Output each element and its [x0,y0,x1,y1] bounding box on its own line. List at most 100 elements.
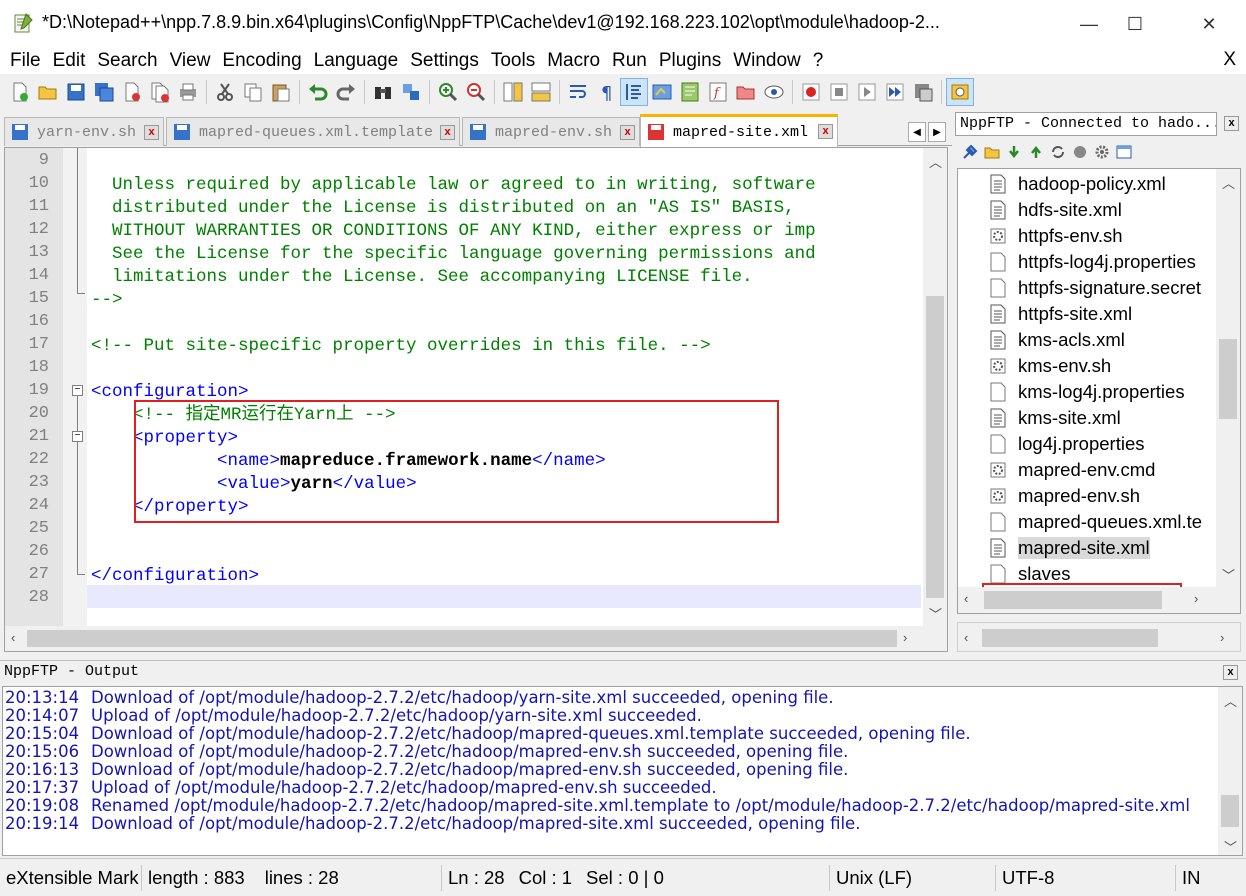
ftp-file-item[interactable]: mapred-env.sh [958,483,1140,509]
scroll-up-icon[interactable]: ︿ [1224,691,1237,710]
scroll-left-icon[interactable]: ‹ [964,591,968,606]
doc-map-button[interactable] [676,78,704,106]
print-button[interactable] [174,78,202,106]
indent-guide-button[interactable] [620,78,648,106]
nppftp-toggle-button[interactable] [946,78,974,106]
menu-encoding[interactable]: Encoding [216,50,307,72]
scroll-right-icon[interactable]: › [903,630,907,645]
zoom-in-button[interactable] [434,78,462,106]
ftp-file-item[interactable]: kms-acls.xml [958,327,1125,353]
udl-button[interactable] [648,78,676,106]
scroll-down-icon[interactable]: ﹀ [929,604,942,623]
record-macro-button[interactable] [797,78,825,106]
show-all-chars-button[interactable]: ¶ [592,78,620,106]
settings-folder-button[interactable] [981,142,1003,162]
sync-vertical-button[interactable] [499,78,527,106]
status-eol[interactable]: Unix (LF) [830,865,996,891]
status-encoding[interactable]: UTF-8 [996,865,1176,891]
close-window-button[interactable]: ✕ [1186,6,1232,42]
cut-button[interactable] [211,78,239,106]
ftp-file-list[interactable]: hadoop-policy.xml hdfs-site.xml httpfs-env… [957,168,1241,614]
ftp-queue-scrollbar[interactable]: ‹ › [957,622,1241,652]
save-all-button[interactable] [90,78,118,106]
tab-close-icon[interactable]: x [818,124,833,139]
ftp-file-item[interactable]: log4j.properties [958,431,1145,457]
play-macro-button[interactable] [853,78,881,106]
menu-search[interactable]: Search [91,50,163,72]
ftp-file-item[interactable]: kms-log4j.properties [958,379,1185,405]
menu-tools[interactable]: Tools [485,50,541,72]
scroll-thumb[interactable] [1221,795,1239,827]
output-close-icon[interactable]: x [1223,665,1238,680]
ftp-file-item[interactable]: httpfs-env.sh [958,223,1123,249]
tab-close-icon[interactable]: x [620,125,635,140]
tab-mapred-env[interactable]: mapred-env.sh x [462,117,640,146]
menu-language[interactable]: Language [308,50,405,72]
scroll-down-icon[interactable]: ﹀ [1222,565,1235,584]
scroll-down-icon[interactable]: ﹀ [1224,837,1237,855]
output-log[interactable]: 20:13:14 Download of /opt/module/hadoop-2… [2,686,1243,856]
ftp-file-item[interactable]: hadoop-policy.xml [958,171,1166,197]
maximize-button[interactable]: ☐ [1112,6,1158,42]
close-all-button[interactable] [146,78,174,106]
menu-plugins[interactable]: Plugins [653,50,727,72]
scroll-up-icon[interactable]: ︿ [929,152,942,171]
sync-horizontal-button[interactable] [527,78,555,106]
menu-view[interactable]: View [164,50,217,72]
save-macro-button[interactable] [909,78,937,106]
refresh-button[interactable] [1047,142,1069,162]
function-list-button[interactable]: f [704,78,732,106]
editor-horizontal-scrollbar[interactable]: ‹ › [5,626,947,651]
tab-close-icon[interactable]: x [440,125,455,140]
stop-macro-button[interactable] [825,78,853,106]
undo-button[interactable] [304,78,332,106]
scroll-right-icon[interactable]: › [1194,591,1198,606]
menu-window[interactable]: Window [727,50,807,72]
ftp-vertical-scrollbar[interactable]: ︿ ﹀ [1216,169,1240,587]
fold-collapse-icon[interactable]: − [72,385,83,396]
menu-run[interactable]: Run [606,50,653,72]
scroll-up-icon[interactable]: ︿ [1222,173,1235,192]
tab-scroll-right-icon[interactable]: ▶ [928,122,946,142]
scroll-thumb[interactable] [984,591,1162,609]
scroll-thumb[interactable] [982,629,1158,647]
scroll-thumb[interactable] [926,296,944,598]
menu-macro[interactable]: Macro [541,50,606,72]
redo-button[interactable] [332,78,360,106]
upload-button[interactable] [1025,142,1047,162]
zoom-out-button[interactable] [462,78,490,106]
editor-vertical-scrollbar[interactable]: ︿ ﹀ [923,148,947,626]
nppftp-close-icon[interactable]: x [1224,116,1239,131]
ftp-horizontal-scrollbar[interactable]: ‹ › [958,587,1240,613]
copy-button[interactable] [239,78,267,106]
menu-file[interactable]: File [4,50,47,72]
replace-button[interactable] [397,78,425,106]
menu-help[interactable]: ? [807,50,830,72]
ftp-file-item[interactable]: httpfs-signature.secret [958,275,1201,301]
scroll-thumb[interactable] [27,630,897,647]
tab-close-icon[interactable]: x [144,125,159,140]
open-file-button[interactable] [34,78,62,106]
menu-edit[interactable]: Edit [47,50,92,72]
paste-button[interactable] [267,78,295,106]
abort-button[interactable] [1069,142,1091,162]
new-file-button[interactable] [6,78,34,106]
editor[interactable]: 9 10 11 12 13 14 15 16 17 18 19 20 21 22… [4,147,948,652]
code-area[interactable]: Unless required by applicable law or agr… [87,148,921,626]
close-button[interactable] [118,78,146,106]
ftp-file-item[interactable]: mapred-queues.xml.te [958,509,1202,535]
download-button[interactable] [1003,142,1025,162]
message-window-button[interactable] [1113,142,1135,162]
close-document-button[interactable]: X [1223,49,1236,71]
output-vertical-scrollbar[interactable]: ︿ ﹀ [1218,687,1242,855]
find-button[interactable] [369,78,397,106]
tab-mapred-site[interactable]: mapred-site.xml x [640,114,838,147]
save-button[interactable] [62,78,90,106]
settings-button[interactable] [1091,142,1113,162]
menu-settings[interactable]: Settings [404,50,485,72]
scroll-thumb[interactable] [1219,339,1237,419]
ftp-file-item[interactable]: hdfs-site.xml [958,197,1122,223]
scroll-left-icon[interactable]: ‹ [11,630,15,645]
ftp-file-item[interactable]: mapred-env.cmd [958,457,1155,483]
ftp-file-item[interactable]: httpfs-site.xml [958,301,1132,327]
